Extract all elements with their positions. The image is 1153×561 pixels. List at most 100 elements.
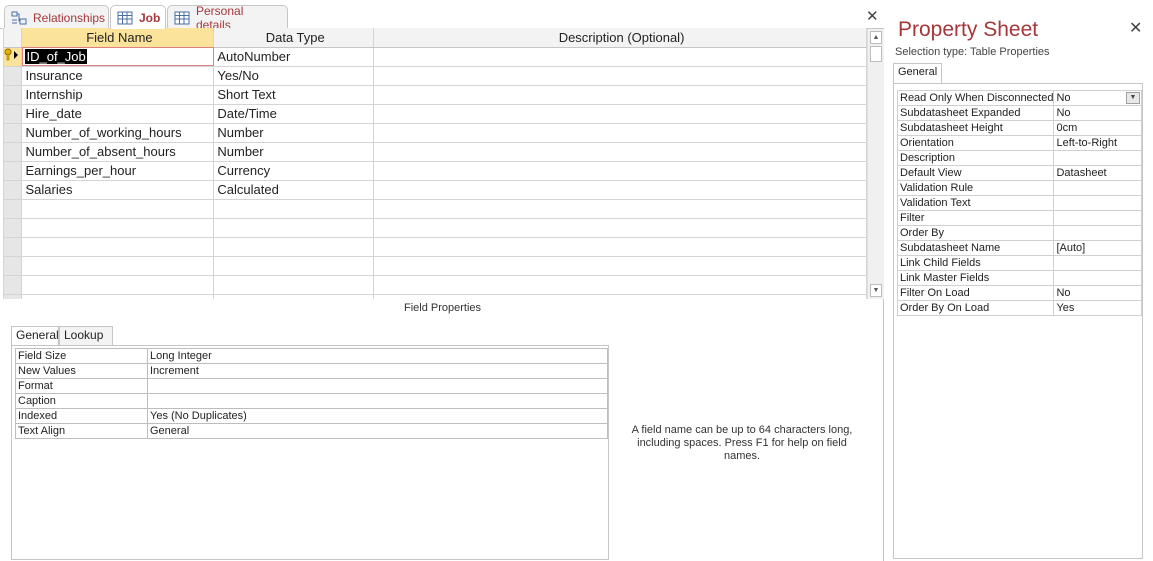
property-value[interactable]: No xyxy=(1053,285,1142,301)
tab-job[interactable]: Job xyxy=(110,5,166,29)
data-type-cell[interactable]: AutoNumber xyxy=(213,47,375,67)
description-cell[interactable] xyxy=(373,294,867,299)
field-name-cell[interactable]: Number_of_absent_hours xyxy=(21,142,215,162)
scroll-up-icon[interactable]: ▲ xyxy=(870,31,882,44)
field-name-cell[interactable]: Insurance xyxy=(21,66,215,86)
data-type-cell[interactable]: Number xyxy=(213,123,375,143)
property-value[interactable]: General xyxy=(147,423,608,439)
field-name-cell[interactable] xyxy=(21,275,215,295)
property-value[interactable]: No ▼ xyxy=(1053,90,1142,106)
data-type-cell[interactable] xyxy=(213,237,375,257)
data-type-cell[interactable] xyxy=(213,256,375,276)
description-cell[interactable] xyxy=(373,218,867,238)
field-name-cell[interactable]: Hire_date xyxy=(21,104,215,124)
close-icon[interactable]: ✕ xyxy=(866,9,879,24)
property-value[interactable] xyxy=(1053,210,1142,226)
property-row[interactable]: Validation Text xyxy=(896,195,1142,211)
description-cell[interactable] xyxy=(373,104,867,124)
vertical-scrollbar[interactable]: ▲ ▼ xyxy=(867,29,884,299)
description-cell[interactable] xyxy=(373,275,867,295)
data-type-cell[interactable] xyxy=(213,275,375,295)
property-value[interactable]: Increment xyxy=(147,363,608,379)
row-selector[interactable] xyxy=(4,199,23,219)
property-value[interactable] xyxy=(147,393,608,409)
property-row[interactable]: Description xyxy=(896,150,1142,166)
property-row[interactable]: Link Master Fields xyxy=(896,270,1142,286)
empty-row[interactable] xyxy=(4,237,867,257)
property-row[interactable]: Text Align General xyxy=(15,423,608,439)
property-value[interactable]: 0cm xyxy=(1053,120,1142,136)
tab-general[interactable]: General xyxy=(893,63,943,83)
property-row[interactable]: Order By xyxy=(896,225,1142,241)
data-type-cell[interactable]: Yes/No xyxy=(213,66,375,86)
property-value[interactable] xyxy=(1053,180,1142,196)
data-type-cell[interactable]: Calculated xyxy=(213,180,375,200)
data-type-cell[interactable]: Currency xyxy=(213,161,375,181)
field-name-text[interactable]: ID_of_Job xyxy=(25,49,87,64)
row-selector[interactable] xyxy=(4,180,23,200)
row-selector[interactable] xyxy=(4,275,23,295)
data-type-cell[interactable]: Short Text xyxy=(213,85,375,105)
field-name-cell[interactable] xyxy=(21,199,215,219)
empty-row[interactable] xyxy=(4,199,867,219)
empty-row[interactable] xyxy=(4,275,867,295)
property-row[interactable]: Filter On Load No xyxy=(896,285,1142,301)
description-cell[interactable] xyxy=(373,180,867,200)
property-value[interactable] xyxy=(1053,255,1142,271)
property-row[interactable]: Field Size Long Integer xyxy=(15,348,608,364)
field-name-cell[interactable] xyxy=(21,237,215,257)
row-selector[interactable] xyxy=(4,66,23,86)
property-row[interactable]: Subdatasheet Height 0cm xyxy=(896,120,1142,136)
property-value[interactable]: Yes (No Duplicates) xyxy=(147,408,608,424)
table-row[interactable]: ID_of_Job AutoNumber xyxy=(4,47,867,67)
property-row[interactable]: Filter xyxy=(896,210,1142,226)
property-row[interactable]: Read Only When Disconnected No ▼ xyxy=(896,90,1142,106)
empty-row[interactable] xyxy=(4,218,867,238)
property-row[interactable]: Subdatasheet Name [Auto] xyxy=(896,240,1142,256)
property-value[interactable]: Yes xyxy=(1053,300,1142,316)
property-value[interactable] xyxy=(1053,270,1142,286)
property-row[interactable]: Link Child Fields xyxy=(896,255,1142,271)
field-name-cell[interactable] xyxy=(21,294,215,299)
property-row[interactable]: New Values Increment xyxy=(15,363,608,379)
description-cell[interactable] xyxy=(373,85,867,105)
row-selector[interactable] xyxy=(4,47,23,67)
table-row[interactable]: Number_of_absent_hours Number xyxy=(4,142,867,162)
scroll-down-icon[interactable]: ▼ xyxy=(870,284,882,297)
data-type-cell[interactable] xyxy=(213,294,375,299)
row-selector[interactable] xyxy=(4,294,23,299)
scrollbar-thumb[interactable] xyxy=(870,46,882,62)
description-cell[interactable] xyxy=(373,66,867,86)
data-type-cell[interactable] xyxy=(213,218,375,238)
tab-relationships[interactable]: Relationships xyxy=(4,5,109,29)
property-value[interactable]: Left-to-Right xyxy=(1053,135,1142,151)
property-value[interactable]: [Auto] xyxy=(1053,240,1142,256)
field-name-cell[interactable]: ID_of_Job xyxy=(21,47,215,67)
property-row[interactable]: Indexed Yes (No Duplicates) xyxy=(15,408,608,424)
table-row[interactable]: Earnings_per_hour Currency xyxy=(4,161,867,181)
table-row[interactable]: Salaries Calculated xyxy=(4,180,867,200)
description-cell[interactable] xyxy=(373,199,867,219)
field-name-cell[interactable]: Internship xyxy=(21,85,215,105)
field-name-cell[interactable]: Salaries xyxy=(21,180,215,200)
description-cell[interactable] xyxy=(373,142,867,162)
tab-lookup[interactable]: Lookup xyxy=(59,326,113,345)
row-selector[interactable] xyxy=(4,237,23,257)
data-type-cell[interactable]: Number xyxy=(213,142,375,162)
property-row[interactable]: Orientation Left-to-Right xyxy=(896,135,1142,151)
property-value[interactable] xyxy=(1053,225,1142,241)
table-row[interactable]: Hire_date Date/Time xyxy=(4,104,867,124)
property-value[interactable]: Datasheet xyxy=(1053,165,1142,181)
property-row[interactable]: Default View Datasheet xyxy=(896,165,1142,181)
property-value[interactable] xyxy=(147,378,608,394)
field-name-cell[interactable] xyxy=(21,218,215,238)
table-row[interactable]: Insurance Yes/No xyxy=(4,66,867,86)
description-cell[interactable] xyxy=(373,256,867,276)
row-selector[interactable] xyxy=(4,104,23,124)
property-value[interactable]: No xyxy=(1053,105,1142,121)
table-row[interactable]: Number_of_working_hours Number xyxy=(4,123,867,143)
property-value[interactable] xyxy=(1053,150,1142,166)
row-selector[interactable] xyxy=(4,123,23,143)
field-name-cell[interactable]: Earnings_per_hour xyxy=(21,161,215,181)
description-cell[interactable] xyxy=(373,123,867,143)
